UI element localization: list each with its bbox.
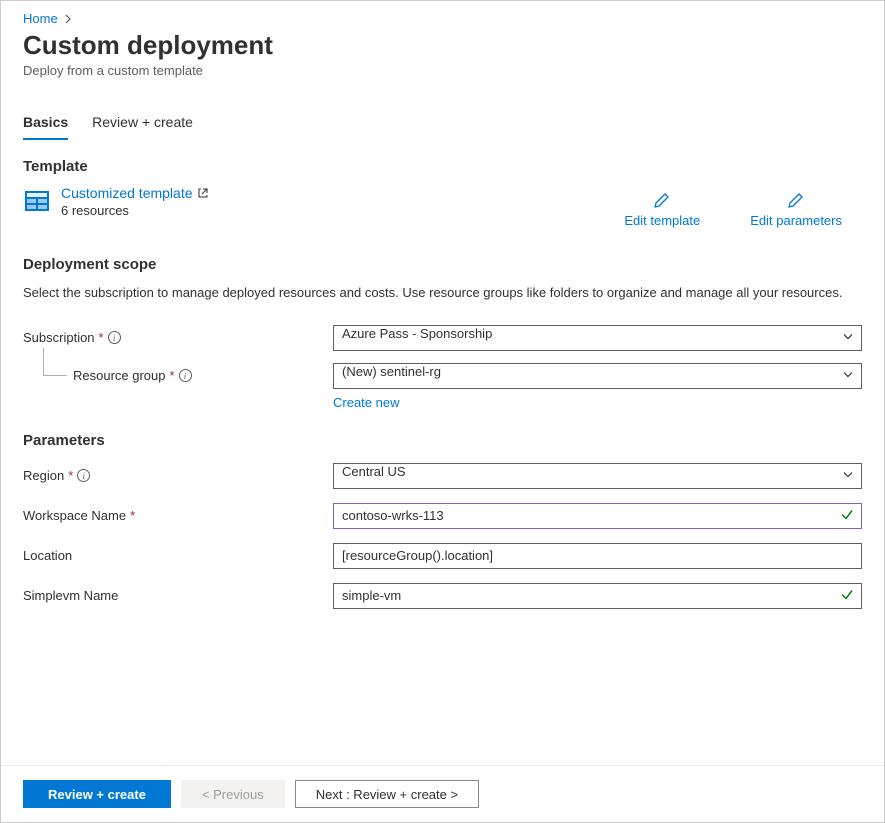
page-title: Custom deployment bbox=[23, 30, 862, 61]
pencil-icon bbox=[787, 191, 805, 209]
location-input[interactable] bbox=[333, 543, 862, 569]
resource-group-select[interactable]: (New) sentinel-rg bbox=[333, 363, 862, 389]
subscription-label: Subscription * i bbox=[23, 330, 333, 345]
resource-group-label: Resource group * i bbox=[23, 368, 333, 383]
simplevm-name-label-text: Simplevm Name bbox=[23, 588, 118, 603]
customized-template-label: Customized template bbox=[61, 185, 193, 201]
tabs: Basics Review + create bbox=[23, 108, 862, 140]
create-new-link[interactable]: Create new bbox=[333, 395, 399, 410]
required-asterisk: * bbox=[68, 468, 73, 483]
deployment-scope-description: Select the subscription to manage deploy… bbox=[23, 283, 862, 303]
subscription-select[interactable]: Azure Pass - Sponsorship bbox=[333, 325, 862, 351]
chevron-right-icon bbox=[64, 12, 72, 26]
external-link-icon bbox=[197, 187, 209, 199]
edit-template-link[interactable]: Edit template bbox=[624, 191, 700, 228]
edit-parameters-link[interactable]: Edit parameters bbox=[750, 191, 842, 228]
info-icon[interactable]: i bbox=[108, 331, 121, 344]
simplevm-name-label: Simplevm Name bbox=[23, 588, 333, 603]
page-subtitle: Deploy from a custom template bbox=[23, 63, 862, 78]
resource-group-value: (New) sentinel-rg bbox=[342, 364, 441, 379]
edit-parameters-label: Edit parameters bbox=[750, 213, 842, 228]
deployment-scope-title: Deployment scope bbox=[23, 256, 862, 273]
template-icon bbox=[23, 187, 51, 215]
template-resources-count: 6 resources bbox=[61, 203, 209, 218]
indent-connector bbox=[43, 348, 67, 376]
region-label: Region * i bbox=[23, 468, 333, 483]
subscription-label-text: Subscription bbox=[23, 330, 95, 345]
pencil-icon bbox=[653, 191, 671, 209]
workspace-name-label: Workspace Name * bbox=[23, 508, 333, 523]
tab-basics[interactable]: Basics bbox=[23, 108, 68, 140]
simplevm-name-input[interactable] bbox=[333, 583, 862, 609]
required-asterisk: * bbox=[170, 368, 175, 383]
resource-group-label-text: Resource group bbox=[73, 368, 166, 383]
next-button[interactable]: Next : Review + create > bbox=[295, 780, 479, 808]
previous-button: < Previous bbox=[181, 780, 285, 808]
edit-template-label: Edit template bbox=[624, 213, 700, 228]
info-icon[interactable]: i bbox=[77, 469, 90, 482]
customized-template-link[interactable]: Customized template bbox=[61, 185, 209, 201]
region-select[interactable]: Central US bbox=[333, 463, 862, 489]
region-value: Central US bbox=[342, 464, 406, 479]
required-asterisk: * bbox=[130, 508, 135, 523]
required-asterisk: * bbox=[99, 330, 104, 345]
review-create-button[interactable]: Review + create bbox=[23, 780, 171, 808]
info-icon[interactable]: i bbox=[179, 369, 192, 382]
breadcrumb-home-link[interactable]: Home bbox=[23, 11, 58, 26]
parameters-section-title: Parameters bbox=[23, 432, 862, 449]
location-label: Location bbox=[23, 548, 333, 563]
region-label-text: Region bbox=[23, 468, 64, 483]
tab-review-create[interactable]: Review + create bbox=[92, 108, 193, 140]
location-label-text: Location bbox=[23, 548, 72, 563]
footer-actions: Review + create < Previous Next : Review… bbox=[1, 765, 884, 822]
workspace-name-label-text: Workspace Name bbox=[23, 508, 126, 523]
workspace-name-input[interactable] bbox=[333, 503, 862, 529]
subscription-value: Azure Pass - Sponsorship bbox=[342, 326, 492, 341]
template-section-title: Template bbox=[23, 158, 862, 175]
breadcrumb: Home bbox=[23, 11, 862, 26]
